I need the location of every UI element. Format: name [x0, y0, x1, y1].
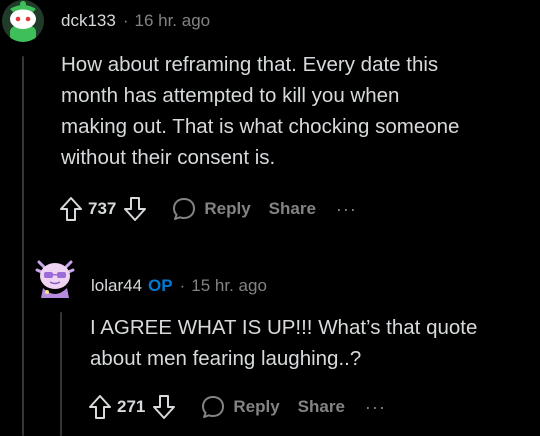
meta-separator: ·: [179, 276, 186, 295]
more-options-icon[interactable]: ···: [365, 398, 386, 416]
username[interactable]: dck133: [61, 11, 116, 31]
comment-body-line: without their consent is.: [61, 146, 276, 169]
vote-count: 271: [117, 397, 146, 416]
downvote-arrow-icon: [124, 197, 147, 221]
op-badge: OP: [148, 276, 173, 295]
reply-label: Reply: [204, 199, 251, 218]
comment-body-line: month has attempted to kill you when: [61, 84, 400, 107]
comment-meta: dck133 · 16 hr. ago: [61, 11, 210, 31]
username[interactable]: lolar44: [91, 276, 142, 296]
comment-body-line: about men fearing laughing..?: [90, 347, 362, 370]
vote-count: 737: [88, 199, 117, 218]
comment-body-line: I AGREE WHAT IS UP!!! What’s that quote: [90, 316, 478, 339]
reply-button[interactable]: Reply: [200, 394, 280, 420]
meta-separator: ·: [122, 11, 129, 30]
share-button[interactable]: Share: [298, 397, 345, 417]
upvote-button[interactable]: [86, 392, 114, 422]
thread-line-reply[interactable]: [60, 312, 62, 436]
upvote-button[interactable]: [57, 194, 85, 224]
share-label: Share: [268, 199, 316, 218]
downvote-button[interactable]: [150, 392, 178, 422]
share-label: Share: [297, 397, 345, 416]
comment-thread: dck133 · 16 hr. ago How about reframing …: [0, 0, 540, 436]
comment-body-line: making out. That is what chocking someon…: [61, 115, 460, 138]
comment-actions: 737 Reply Share ···: [57, 192, 357, 226]
comment-body: How about reframing that. Every date thi…: [61, 49, 531, 173]
avatar[interactable]: [2, 0, 44, 42]
comment-body-line: How about reframing that. Every date thi…: [61, 53, 439, 76]
comment-body: I AGREE WHAT IS UP!!! What’s that quote …: [90, 312, 530, 374]
upvote-arrow-icon: [60, 197, 82, 221]
more-options-icon[interactable]: ···: [336, 200, 357, 218]
timestamp[interactable]: 15 hr. ago: [191, 276, 267, 296]
comment-actions: 271 Reply Share ···: [86, 390, 386, 424]
comment-meta: lolar44 OP · 15 hr. ago: [91, 276, 267, 296]
avatar[interactable]: [33, 252, 77, 300]
thread-line-parent[interactable]: [22, 56, 24, 436]
downvote-button[interactable]: [121, 194, 149, 224]
upvote-arrow-icon: [89, 395, 111, 419]
axolotl-avatar-icon: [35, 260, 75, 298]
reply-button[interactable]: Reply: [171, 196, 251, 222]
reply-label: Reply: [233, 397, 280, 416]
share-button[interactable]: Share: [269, 199, 316, 219]
comment-bubble-icon: [173, 198, 196, 220]
snoo-avatar-icon: [2, 0, 44, 42]
timestamp[interactable]: 16 hr. ago: [135, 11, 211, 31]
downvote-arrow-icon: [153, 395, 176, 419]
comment-bubble-icon: [202, 396, 225, 418]
